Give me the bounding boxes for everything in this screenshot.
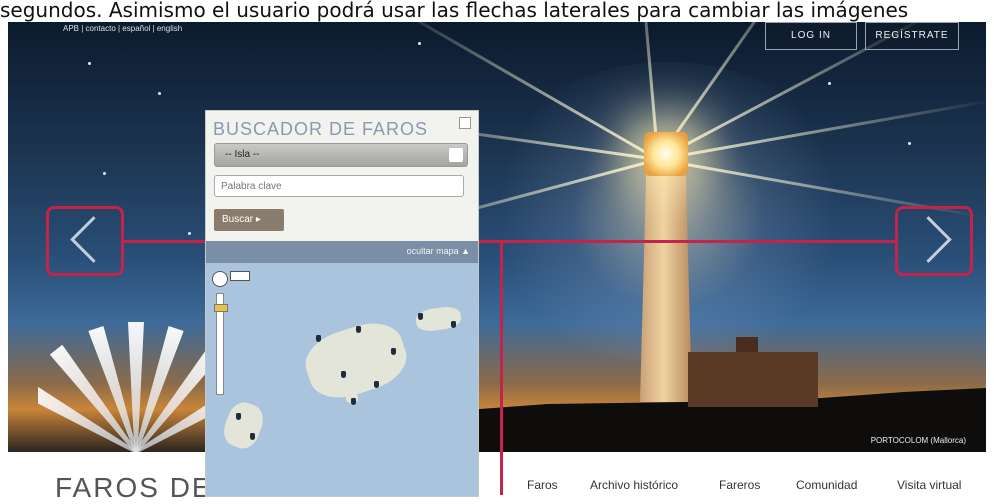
star <box>418 42 421 45</box>
panel-title: BUSCADOR DE FAROS <box>213 119 429 139</box>
footer-bar: FAROS DE Faros Archivo histórico Fareros… <box>0 452 994 503</box>
zoom-knob[interactable] <box>214 304 228 312</box>
login-button[interactable]: LOG IN <box>765 22 857 50</box>
island-ibiza <box>219 398 268 453</box>
lighthouse-pin[interactable] <box>250 433 255 440</box>
lighthouse-pin[interactable] <box>356 326 361 333</box>
star <box>188 232 191 235</box>
lighthouse-pin[interactable] <box>316 335 321 342</box>
keyword-input[interactable] <box>214 175 464 197</box>
pan-control-icon[interactable] <box>212 271 228 287</box>
lighthouse-pin[interactable] <box>236 413 241 420</box>
brand-logo-text[interactable]: FAROS DE <box>55 472 213 504</box>
nav-faros[interactable]: Faros <box>527 478 558 492</box>
arrow-right-icon <box>905 216 952 263</box>
photo-caption: PORTOCOLOM (Mallorca) <box>870 436 966 445</box>
keeper-house <box>688 352 818 407</box>
dropdown-icon <box>449 148 463 162</box>
island-select-value: -- Isla -- <box>225 149 260 160</box>
nav-fareros[interactable]: Fareros <box>719 478 760 492</box>
lighthouse-pin[interactable] <box>391 348 396 355</box>
highlight-connector-vertical <box>500 240 503 495</box>
lighthouse-pin[interactable] <box>351 398 356 405</box>
star <box>158 92 161 95</box>
search-button[interactable]: Buscar ▸ <box>214 209 284 231</box>
lighthouse-tower <box>640 172 692 402</box>
lighthouse-pin[interactable] <box>341 371 346 378</box>
lighthouse-lantern <box>644 132 688 176</box>
map-scale-icon <box>230 271 250 281</box>
lighthouse-search-panel: BUSCADOR DE FAROS -- Isla -- Buscar ▸ oc… <box>205 110 479 497</box>
next-image-button[interactable] <box>895 206 973 276</box>
lighthouse-pin[interactable] <box>374 381 379 388</box>
caption-text: segundos. Asimismo el usuario podrá usar… <box>0 0 909 22</box>
nav-comunidad[interactable]: Comunidad <box>796 478 857 492</box>
arrow-left-icon <box>70 216 117 263</box>
nav-archivo-historico[interactable]: Archivo histórico <box>590 478 678 492</box>
lighthouse-pin[interactable] <box>451 321 456 328</box>
zoom-slider[interactable] <box>214 293 228 395</box>
island-select[interactable]: -- Isla -- <box>214 143 468 167</box>
top-links[interactable]: APB | contacto | español | english <box>63 24 182 33</box>
hero-banner: APB | contacto | español | english LOG I… <box>8 22 986 452</box>
star <box>908 142 911 145</box>
map-toolbar: ocultar mapa ▲ <box>206 241 478 263</box>
hide-map-link[interactable]: ocultar mapa ▲ <box>407 246 470 256</box>
prev-image-button[interactable] <box>46 206 124 276</box>
star <box>828 82 831 85</box>
balearic-map[interactable] <box>206 263 478 496</box>
star <box>88 62 91 65</box>
minimize-icon[interactable] <box>459 117 471 129</box>
logo-rays-icon <box>38 322 228 452</box>
lighthouse-pin[interactable] <box>418 313 423 320</box>
register-button[interactable]: REGÍSTRATE <box>865 22 959 50</box>
star <box>103 172 106 175</box>
nav-visita-virtual[interactable]: Visita virtual <box>897 478 961 492</box>
